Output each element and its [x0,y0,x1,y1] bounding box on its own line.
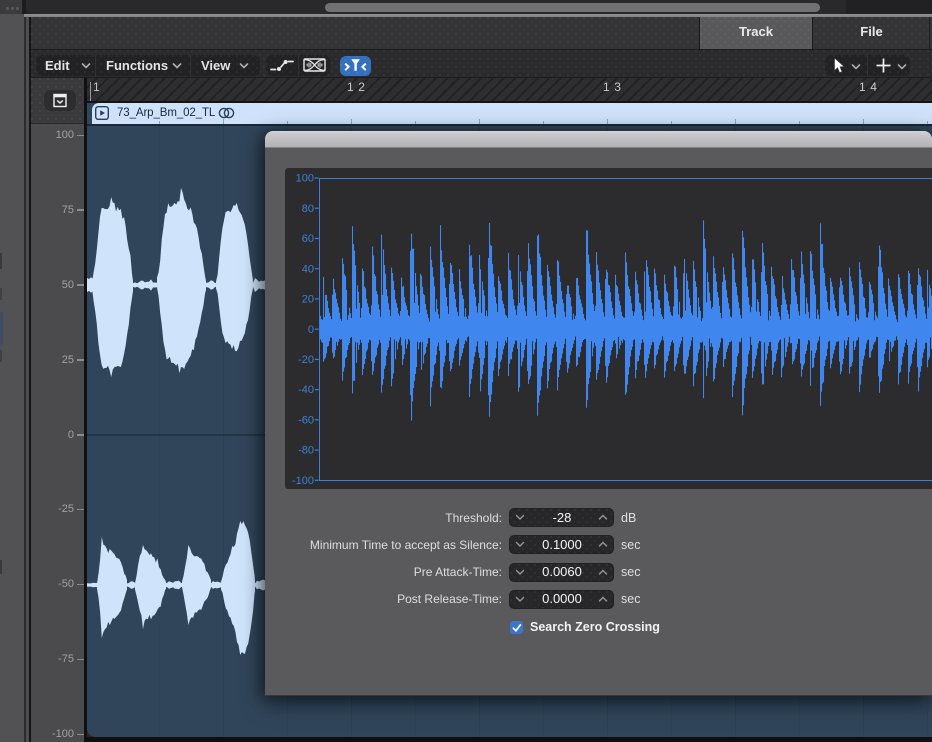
svg-text:80: 80 [302,203,314,215]
svg-text:-60: -60 [298,414,314,426]
svg-text:60: 60 [302,233,314,245]
svg-text:-100: -100 [292,475,314,487]
svg-text:-40: -40 [298,384,314,396]
svg-text:-80: -80 [298,445,314,457]
svg-text:20: 20 [302,294,314,306]
svg-text:100: 100 [296,173,314,185]
svg-text:0: 0 [308,324,314,336]
svg-text:40: 40 [302,263,314,275]
svg-text:-20: -20 [298,354,314,366]
